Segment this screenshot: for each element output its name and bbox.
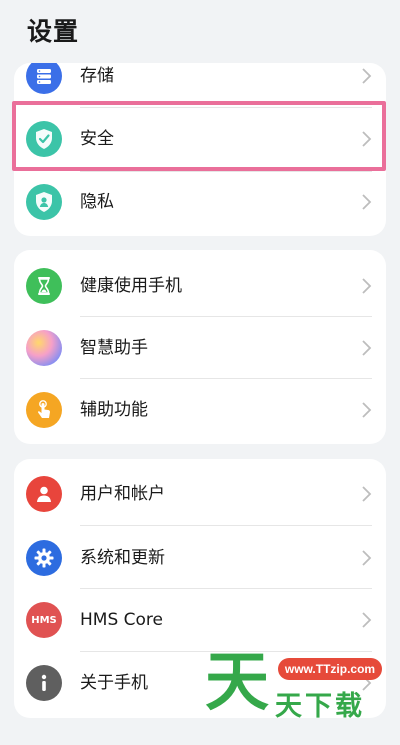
chevron-right-icon (362, 402, 372, 418)
highlight-box (12, 101, 386, 171)
chevron-right-icon (362, 486, 372, 502)
settings-item-privacy[interactable]: 隐私 (14, 171, 386, 233)
settings-item-label: 用户和帐户 (80, 484, 165, 504)
watermark-big-char: 天 (205, 646, 269, 720)
touch-hand-icon (26, 392, 62, 428)
chevron-right-icon (362, 194, 372, 210)
info-icon (26, 665, 62, 701)
settings-group-assist: 健康使用手机 智慧助手 辅助功能 (14, 250, 386, 444)
chevron-right-icon (362, 612, 372, 628)
settings-item-label: HMS Core (80, 610, 163, 630)
settings-item-hms-core[interactable]: HMS HMS Core (14, 589, 386, 651)
settings-item-label: 智慧助手 (80, 338, 148, 358)
settings-item-accessibility[interactable]: 辅助功能 (14, 379, 386, 441)
settings-item-label: 辅助功能 (80, 400, 148, 420)
watermark: 天 www.TTzip.com 天下载 (205, 646, 395, 722)
watermark-url: www.TTzip.com (278, 658, 382, 680)
storage-icon (26, 63, 62, 94)
hourglass-icon (26, 268, 62, 304)
chevron-right-icon (362, 550, 372, 566)
gear-icon (26, 540, 62, 576)
settings-item-label: 系统和更新 (80, 548, 165, 568)
chevron-right-icon (362, 278, 372, 294)
settings-item-smart-assistant[interactable]: 智慧助手 (14, 317, 386, 379)
settings-item-label: 隐私 (80, 192, 114, 212)
watermark-text: 天下载 (275, 691, 365, 722)
chevron-right-icon (362, 340, 372, 356)
settings-item-digital-balance[interactable]: 健康使用手机 (14, 255, 386, 317)
settings-item-system-updates[interactable]: 系统和更新 (14, 527, 386, 589)
user-icon (26, 476, 62, 512)
hms-badge-text: HMS (31, 614, 57, 626)
settings-item-label: 关于手机 (80, 673, 148, 693)
chevron-right-icon (362, 68, 372, 84)
hms-icon: HMS (26, 602, 62, 638)
privacy-shield-icon (26, 184, 62, 220)
settings-item-users-accounts[interactable]: 用户和帐户 (14, 463, 386, 525)
assistant-orb-icon (26, 330, 62, 366)
page-title: 设置 (27, 17, 80, 46)
settings-item-label: 健康使用手机 (80, 276, 182, 296)
